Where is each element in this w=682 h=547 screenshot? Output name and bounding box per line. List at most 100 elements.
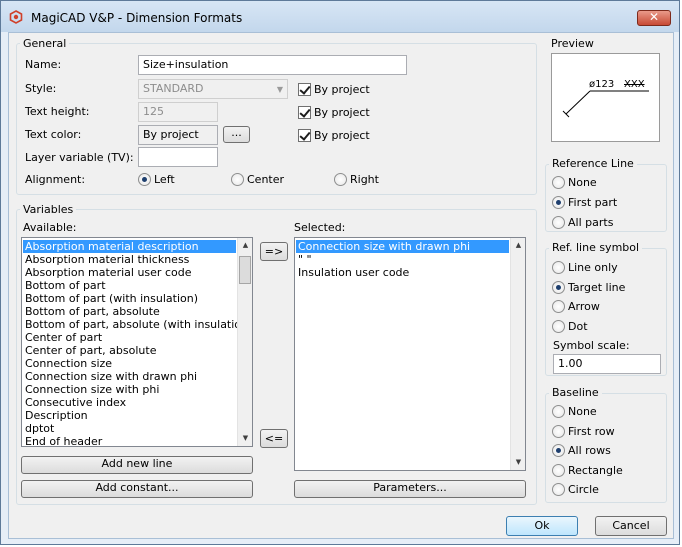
- reference-line-option-label: All parts: [568, 216, 614, 229]
- ref-symbol-option-label: Dot: [568, 319, 588, 333]
- baseline-option-label: Rectangle: [568, 463, 623, 477]
- dialog-client-area: General Name: Size+insulation Style: STA…: [8, 32, 674, 539]
- list-item[interactable]: Bottom of part, absolute (with insulatio…: [23, 318, 252, 331]
- cancel-button[interactable]: Cancel: [595, 516, 667, 536]
- text-color-label: Text color:: [25, 128, 82, 141]
- preview-leader-graphic: [562, 90, 649, 118]
- baseline-radio-rectangle[interactable]: [552, 463, 565, 477]
- align-center-radio[interactable]: [231, 173, 244, 186]
- list-item[interactable]: Connection size with phi: [23, 383, 236, 396]
- baseline-option-label: All rows: [568, 444, 611, 457]
- available-label: Available:: [23, 221, 77, 234]
- add-variable-button[interactable]: =>: [260, 242, 288, 261]
- baseline-title: Baseline: [549, 386, 602, 399]
- list-item[interactable]: Center of part, absolute: [23, 344, 236, 357]
- reference-line-radio-first-part[interactable]: [552, 196, 565, 209]
- ref-symbol-radio-dot[interactable]: [552, 319, 565, 333]
- text-height-input[interactable]: 125: [138, 102, 218, 122]
- list-item[interactable]: Connection size with drawn phi: [23, 370, 236, 383]
- magicad-app-icon: [9, 10, 23, 24]
- available-scrollbar[interactable]: ▲ ▼: [237, 238, 252, 446]
- symbol-scale-label: Symbol scale:: [553, 339, 630, 352]
- list-item[interactable]: Center of part: [23, 331, 236, 344]
- layer-variable-input[interactable]: [138, 147, 218, 167]
- remove-variable-button[interactable]: <=: [260, 429, 288, 448]
- dimension-formats-dialog: MagiCAD V&P - Dimension Formats ✕ Genera…: [0, 0, 680, 545]
- close-icon: ✕: [648, 10, 660, 24]
- text-color-by-project-label: By project: [314, 129, 370, 142]
- close-button[interactable]: ✕: [637, 10, 671, 26]
- ref-symbol-radio-line-only[interactable]: [552, 261, 565, 274]
- reference-line-radio-none[interactable]: [552, 176, 565, 189]
- selected-scrollbar[interactable]: ▲ ▼: [510, 238, 525, 470]
- add-constant-button[interactable]: Add constant...: [21, 480, 253, 498]
- preview-sample-crossed: XXX: [624, 79, 645, 90]
- baseline-option-label: None: [568, 405, 597, 418]
- chevron-down-icon: ▼: [276, 85, 283, 94]
- reference-line-option-label: First part: [568, 196, 618, 209]
- style-by-project-checkbox[interactable]: [298, 83, 311, 96]
- list-item[interactable]: Description: [23, 409, 236, 422]
- symbol-scale-input[interactable]: 1.00: [553, 354, 661, 374]
- preview-title: Preview: [551, 37, 594, 50]
- ref-symbol-radio-arrow[interactable]: [552, 300, 565, 313]
- ref-symbol-option-label: Line only: [568, 261, 618, 274]
- scroll-up-icon[interactable]: ▲: [511, 238, 525, 253]
- reference-line-option-label: None: [568, 176, 597, 189]
- ref-symbol-radio-target-line[interactable]: [552, 280, 565, 294]
- reference-line-radio-all-parts[interactable]: [552, 216, 565, 229]
- baseline-option-label: Circle: [568, 483, 599, 496]
- name-label: Name:: [25, 58, 62, 71]
- window-title: MagiCAD V&P - Dimension Formats: [31, 11, 243, 25]
- list-item[interactable]: Consecutive index: [23, 396, 236, 409]
- list-item[interactable]: dptot: [23, 422, 236, 435]
- style-label: Style:: [25, 82, 57, 95]
- scroll-up-icon[interactable]: ▲: [238, 238, 252, 253]
- baseline-radio-none[interactable]: [552, 405, 565, 418]
- list-item[interactable]: Absorption material thickness: [23, 253, 236, 266]
- title-bar[interactable]: MagiCAD V&P - Dimension Formats ✕: [1, 1, 679, 32]
- ref-line-symbol-title: Ref. line symbol: [549, 241, 643, 254]
- baseline-radio-all-rows[interactable]: [552, 444, 565, 457]
- text-height-label: Text height:: [25, 105, 90, 118]
- alignment-label: Alignment:: [25, 173, 86, 186]
- style-select[interactable]: STANDARD ▼: [138, 79, 288, 99]
- preview-sample-text: ø123: [589, 79, 615, 90]
- list-item[interactable]: Bottom of part: [23, 279, 236, 292]
- ref-symbol-option-label: Arrow: [568, 300, 600, 313]
- parameters-button[interactable]: Parameters...: [294, 480, 526, 498]
- baseline-radio-first-row[interactable]: [552, 424, 565, 438]
- list-item[interactable]: Connection size with drawn phi: [296, 240, 509, 253]
- baseline-radio-circle[interactable]: [552, 483, 565, 496]
- align-left-label: Left: [154, 173, 175, 186]
- style-by-project-label: By project: [314, 83, 370, 96]
- preview-pane: ø123 XXX: [551, 53, 660, 142]
- text-color-by-project-checkbox[interactable]: [298, 129, 311, 142]
- ok-button[interactable]: Ok: [506, 516, 578, 536]
- available-variables-list[interactable]: Absorption material description Absorptio…: [21, 237, 253, 447]
- selected-label: Selected:: [294, 221, 346, 234]
- list-item[interactable]: " ": [296, 253, 509, 266]
- list-item[interactable]: Insulation user code: [296, 266, 509, 279]
- reference-line-title: Reference Line: [549, 157, 637, 170]
- scroll-down-icon[interactable]: ▼: [238, 431, 252, 446]
- list-item[interactable]: End of header: [23, 435, 236, 446]
- text-height-by-project-checkbox[interactable]: [298, 106, 311, 119]
- name-input[interactable]: Size+insulation: [138, 55, 407, 75]
- text-color-field: By project: [138, 125, 218, 145]
- list-item[interactable]: Bottom of part (with insulation): [23, 292, 236, 305]
- add-new-line-button[interactable]: Add new line: [21, 456, 253, 474]
- align-left-radio[interactable]: [138, 173, 151, 186]
- general-group-title: General: [20, 37, 70, 50]
- scroll-down-icon[interactable]: ▼: [511, 455, 525, 470]
- selected-variables-list[interactable]: Connection size with drawn phi " " Insulat…: [294, 237, 526, 471]
- list-item[interactable]: Bottom of part, absolute: [23, 305, 236, 318]
- align-right-radio[interactable]: [334, 173, 347, 186]
- list-item[interactable]: Absorption material user code: [23, 266, 236, 279]
- align-right-label: Right: [350, 173, 379, 186]
- list-item[interactable]: Absorption material description: [23, 240, 236, 253]
- text-height-by-project-label: By project: [314, 106, 370, 119]
- scroll-thumb[interactable]: [239, 256, 251, 284]
- list-item[interactable]: Connection size: [23, 357, 236, 370]
- text-color-browse-button[interactable]: ...: [223, 126, 250, 143]
